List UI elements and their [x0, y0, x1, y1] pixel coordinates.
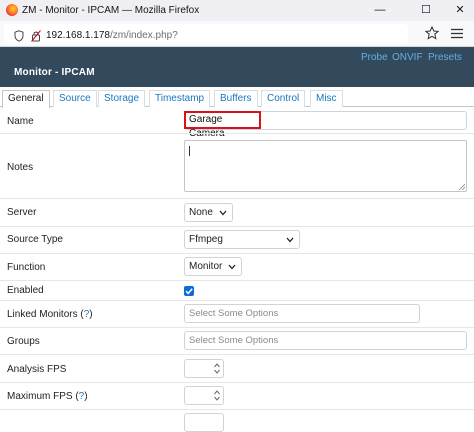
analysis-fps-input[interactable]: [184, 359, 224, 378]
text-caret: [189, 146, 190, 156]
notes-textarea[interactable]: [184, 140, 467, 192]
row-divider: [0, 133, 474, 134]
server-label: Server: [7, 207, 37, 218]
window-title: ZM - Monitor - IPCAM — Mozilla Firefox: [22, 5, 200, 16]
tab-source[interactable]: Source: [53, 90, 97, 107]
resize-grip-icon[interactable]: [458, 183, 465, 190]
server-select[interactable]: None: [184, 203, 233, 222]
row-divider: [0, 253, 474, 254]
function-select[interactable]: Monitor: [184, 257, 242, 276]
hamburger-menu-icon[interactable]: [451, 28, 463, 39]
groups-label: Groups: [7, 336, 40, 347]
window-titlebar: ZM - Monitor - IPCAM — Mozilla Firefox —…: [0, 0, 474, 21]
navigation-toolbar: 192.168.1.178/zm/index.php?: [0, 21, 474, 47]
name-input[interactable]: Garage Camera: [184, 111, 261, 139]
close-window-button[interactable]: ✕: [446, 0, 474, 21]
linked-monitors-label: Linked Monitors (?): [7, 309, 93, 320]
maximum-fps-label: Maximum FPS (?): [7, 391, 88, 402]
row-divider: [0, 327, 474, 328]
server-select-value: None: [189, 207, 213, 218]
row-divider: [0, 300, 474, 301]
source-type-select[interactable]: Ffmpeg: [184, 230, 300, 249]
shield-icon[interactable]: [14, 30, 24, 42]
onvif-link[interactable]: ONVIF: [392, 52, 423, 63]
url-host: 192.168.1.178: [46, 30, 110, 41]
url-path: /zm/index.php?: [109, 30, 178, 41]
tab-misc[interactable]: Misc: [310, 90, 343, 107]
next-field-input[interactable]: [184, 413, 224, 432]
page-title: Monitor - IPCAM: [14, 67, 95, 78]
row-divider: [0, 280, 474, 281]
insecure-lock-icon[interactable]: [31, 30, 41, 42]
maximize-button[interactable]: ☐: [412, 0, 440, 21]
source-type-select-value: Ffmpeg: [189, 234, 223, 245]
maximum-fps-input[interactable]: [184, 386, 224, 405]
row-divider: [0, 409, 474, 410]
source-type-label: Source Type: [7, 234, 63, 245]
monitor-tabs: General Source Storage Timestamp Buffers…: [0, 89, 474, 108]
row-divider: [0, 198, 474, 199]
spinner-arrows-icon[interactable]: [214, 390, 220, 401]
row-divider: [0, 382, 474, 383]
row-divider: [0, 354, 474, 355]
tab-timestamp[interactable]: Timestamp: [149, 90, 211, 107]
linked-monitors-multiselect[interactable]: Select Some Options: [184, 304, 420, 323]
enabled-checkbox[interactable]: [184, 286, 194, 296]
presets-link[interactable]: Presets: [428, 52, 462, 63]
url-text: 192.168.1.178/zm/index.php?: [46, 30, 178, 41]
checkmark-icon: [185, 288, 193, 295]
analysis-fps-label: Analysis FPS: [7, 364, 67, 375]
bookmark-star-icon[interactable]: [425, 26, 439, 40]
tab-control[interactable]: Control: [261, 90, 306, 107]
groups-multiselect[interactable]: Select Some Options: [184, 331, 467, 350]
maximum-fps-label-text: Maximum FPS (: [7, 391, 79, 402]
notes-label: Notes: [7, 162, 34, 173]
chevron-down-icon: [219, 210, 227, 216]
enabled-label: Enabled: [7, 285, 44, 296]
linked-monitors-label-end: ): [89, 309, 93, 320]
monitor-header: Monitor - IPCAM Probe ONVIF Presets: [0, 47, 474, 87]
function-label: Function: [7, 262, 46, 273]
row-divider: [0, 226, 474, 227]
tab-storage[interactable]: Storage: [98, 90, 146, 107]
chevron-down-icon: [228, 264, 236, 270]
name-label: Name: [7, 116, 34, 127]
spinner-arrows-icon[interactable]: [214, 363, 220, 374]
tab-buffers[interactable]: Buffers: [214, 90, 258, 107]
function-select-value: Monitor: [189, 261, 223, 272]
address-bar[interactable]: 192.168.1.178/zm/index.php?: [4, 24, 408, 44]
maximum-fps-label-end: ): [84, 391, 88, 402]
chevron-down-icon: [286, 237, 294, 243]
firefox-logo-icon: [6, 4, 18, 16]
probe-link[interactable]: Probe: [361, 52, 388, 63]
tab-general[interactable]: General: [2, 90, 50, 108]
minimize-button[interactable]: —: [366, 0, 394, 21]
linked-monitors-label-text: Linked Monitors (: [7, 309, 84, 320]
